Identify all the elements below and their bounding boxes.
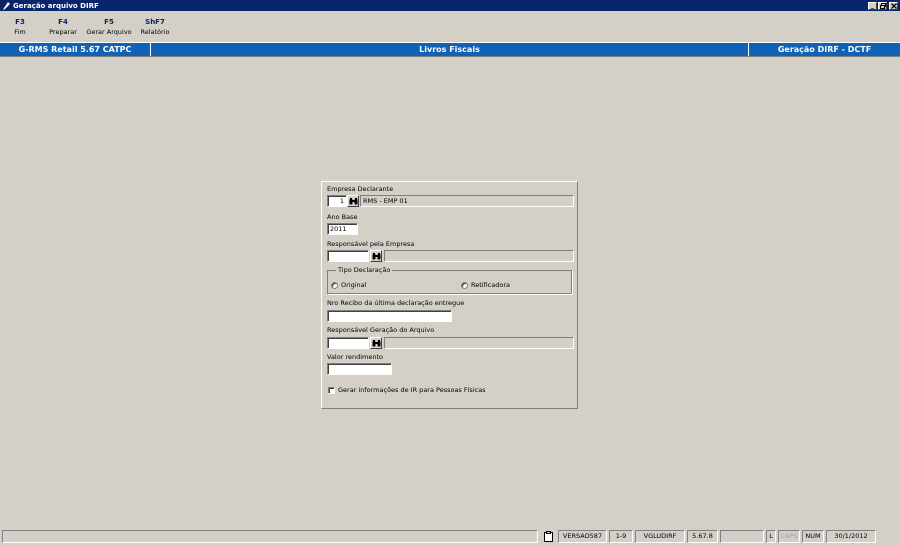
status-num: NUM — [802, 530, 824, 543]
responsavel-geracao-code-input[interactable] — [327, 337, 369, 349]
f5-key-label: F5 — [104, 18, 114, 26]
status-l: L — [766, 530, 776, 543]
ano-base-input[interactable]: 2011 — [327, 223, 358, 235]
status-bar: VERSAO587 1-9 VGLUDIRF 5.67.8 L CAPS NUM… — [0, 529, 900, 544]
module-name: Livros Fiscais — [151, 43, 749, 56]
valor-rendimento-input[interactable] — [327, 363, 392, 375]
restore-button[interactable] — [878, 1, 887, 10]
radio-original-label: Original — [341, 281, 367, 289]
binoculars-icon — [372, 252, 380, 259]
radio-retificadora[interactable]: Retificadora — [461, 281, 510, 289]
status-date: 30/1/2012 — [826, 530, 876, 543]
window-title: Geração arquivo DIRF — [13, 1, 99, 10]
radio-original[interactable]: Original — [331, 281, 366, 289]
dirf-form-panel: Empresa Declarante 1 RMS - EMP 01 Ano Ba… — [321, 181, 578, 409]
shf7-key-label: ShF7 — [145, 18, 165, 26]
f5-action-label: Gerar Arquivo — [86, 28, 132, 36]
radio-retificadora-label: Retificadora — [471, 281, 510, 289]
status-page: 1-9 — [609, 530, 633, 543]
f4-action-label: Preparar — [49, 28, 77, 36]
gerar-ir-pf-label: Gerar informações de IR para Pessoas Fís… — [338, 386, 486, 394]
responsavel-geracao-label: Responsável Geração do Arquivo — [327, 326, 435, 334]
function-key-toolbar: F3 Fim F4 Preparar F5 Gerar Arquivo ShF7… — [0, 14, 178, 42]
responsavel-geracao-name — [384, 337, 574, 349]
responsavel-empresa-label: Responsável pela Empresa — [327, 240, 415, 248]
tipo-declaracao-group: Tipo Declaração Original Retificadora — [327, 266, 572, 294]
f3-key-label: F3 — [15, 18, 25, 26]
tipo-declaracao-label: Tipo Declaração — [336, 266, 393, 274]
nro-recibo-label: Nro Recibo da última declaração entregue — [327, 299, 465, 307]
binoculars-icon — [349, 197, 357, 204]
header-banner: G-RMS Retail 5.67 CATPC Livros Fiscais G… — [0, 42, 900, 57]
status-user: VGLUDIRF — [635, 530, 685, 543]
responsavel-empresa-lookup-button[interactable] — [370, 250, 382, 262]
empresa-declarante-label: Empresa Declarante — [327, 185, 394, 193]
empresa-declarante-name: RMS - EMP 01 — [360, 195, 574, 207]
empresa-lookup-button[interactable] — [347, 195, 359, 207]
responsavel-empresa-name — [384, 250, 574, 262]
system-name: G-RMS Retail 5.67 CATPC — [0, 43, 151, 56]
f4-key-label: F4 — [58, 18, 68, 26]
minimize-icon: _ — [871, 1, 874, 9]
status-version-tag: VERSAO587 — [558, 530, 607, 543]
f4-preparar-button[interactable]: F4 Preparar — [40, 14, 86, 42]
restore-icon — [879, 2, 886, 9]
valor-rendimento-label: Valor rendimento — [327, 353, 384, 361]
ano-base-label: Ano Base — [327, 213, 358, 221]
shf7-action-label: Relatório — [140, 28, 170, 36]
clipboard-button[interactable] — [540, 530, 556, 543]
status-empty-panel — [720, 530, 764, 543]
status-caps: CAPS — [778, 530, 800, 543]
screen-name: Geração DIRF - DCTF — [777, 45, 872, 54]
minimize-button[interactable]: _ — [868, 1, 877, 10]
window-titlebar[interactable]: Geração arquivo DIRF _ — [0, 0, 900, 11]
radio-circle-icon — [461, 281, 468, 289]
close-icon — [890, 2, 897, 9]
binoculars-icon — [372, 339, 380, 346]
status-message-area — [2, 530, 538, 543]
f3-fim-button[interactable]: F3 Fim — [0, 14, 40, 42]
radio-circle-icon — [331, 281, 338, 289]
gerar-ir-pf-checkbox[interactable]: Gerar informações de IR para Pessoas Fís… — [328, 386, 486, 394]
responsavel-empresa-code-input[interactable] — [327, 250, 369, 262]
f5-gerar-arquivo-button[interactable]: F5 Gerar Arquivo — [86, 14, 132, 42]
clipboard-icon — [543, 531, 553, 542]
close-button[interactable] — [889, 1, 898, 10]
pen-icon — [2, 1, 10, 10]
resize-grip[interactable] — [878, 530, 885, 543]
status-version: 5.67.8 — [687, 530, 718, 543]
f3-action-label: Fim — [14, 28, 26, 36]
shf7-relatorio-button[interactable]: ShF7 Relatório — [132, 14, 178, 42]
responsavel-geracao-lookup-button[interactable] — [370, 337, 382, 349]
empresa-declarante-code-input[interactable]: 1 — [327, 195, 347, 207]
nro-recibo-input[interactable] — [327, 310, 452, 322]
checkbox-box-icon — [328, 386, 335, 394]
